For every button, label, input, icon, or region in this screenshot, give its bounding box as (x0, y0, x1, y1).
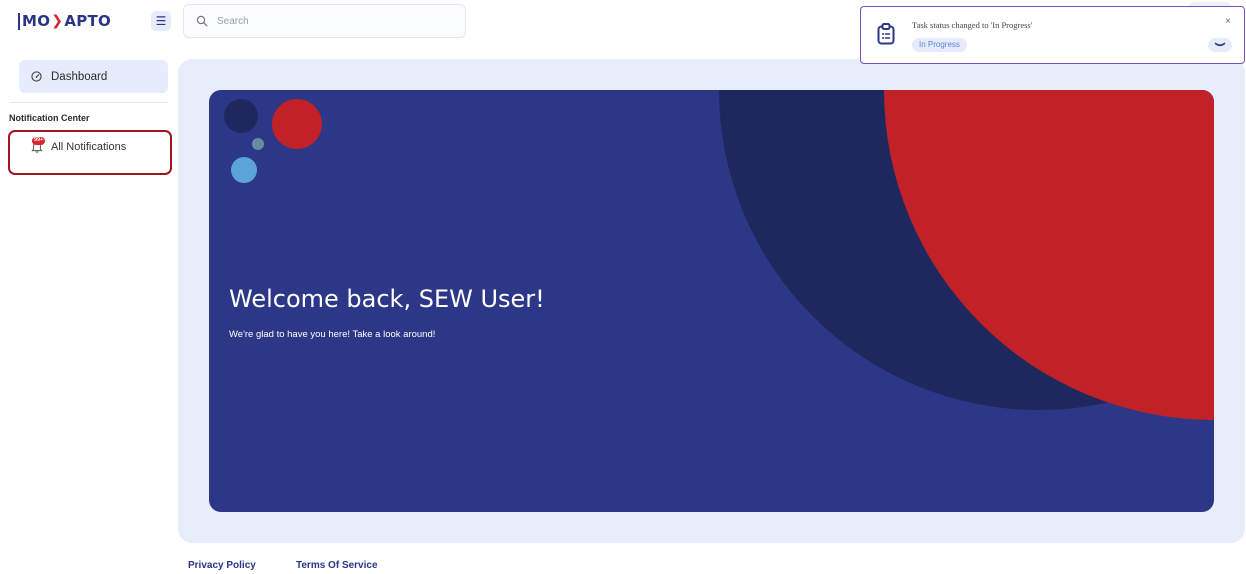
notification-count-badge: 99+ (32, 137, 46, 145)
sidebar-item-label: All Notifications (51, 141, 127, 153)
search-input[interactable] (217, 15, 457, 27)
toast-message: Task status changed to 'In Progress' (912, 20, 1033, 30)
sidebar-section-title: Notification Center (9, 113, 90, 123)
privacy-policy-link[interactable]: Privacy Policy (188, 560, 256, 571)
terms-of-service-link[interactable]: Terms Of Service (296, 560, 378, 571)
logo[interactable]: MO ❯ APTO (18, 10, 111, 32)
clipboard-list-icon (877, 23, 895, 45)
search-box[interactable] (183, 4, 466, 38)
app-root: MO ❯ APTO ☰ Dashboard Notification Cente… (0, 0, 1246, 574)
bell-icon: 99+ (31, 137, 46, 154)
logo-bar (18, 12, 20, 30)
close-icon[interactable]: × (1225, 16, 1231, 27)
sidebar-item-label: Dashboard (51, 70, 108, 83)
chevron-down-icon (1214, 42, 1226, 47)
search-icon (196, 15, 208, 27)
welcome-title: Welcome back, SEW User! (229, 285, 545, 313)
sidebar-divider (10, 102, 168, 103)
notification-toast: Task status changed to 'In Progress' In … (860, 6, 1245, 64)
menu-icon: ☰ (155, 14, 167, 28)
toast-expand-button[interactable] (1208, 38, 1232, 52)
welcome-banner: Welcome back, SEW User! We're glad to ha… (209, 90, 1214, 512)
logo-text-left: MO (22, 12, 51, 30)
logo-arrow-icon: ❯ (51, 13, 64, 29)
status-badge: In Progress (912, 38, 967, 52)
logo-text-right: APTO (64, 12, 112, 30)
menu-toggle-button[interactable]: ☰ (151, 11, 171, 31)
sidebar-item-dashboard[interactable]: Dashboard (19, 60, 168, 93)
sidebar-item-all-notifications[interactable]: 99+ All Notifications (31, 137, 127, 154)
dashboard-gauge-icon (31, 71, 42, 82)
welcome-subtitle: We're glad to have you here! Take a look… (229, 329, 436, 340)
